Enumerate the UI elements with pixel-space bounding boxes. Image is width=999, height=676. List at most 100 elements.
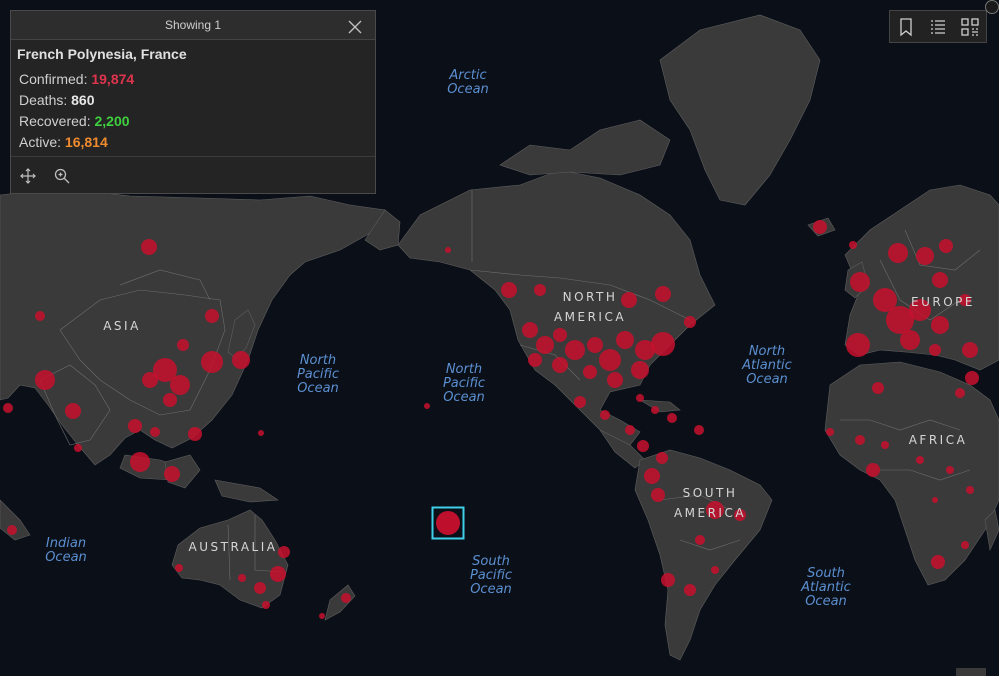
- ocean-label-north-pacific-west: North Pacific Ocean: [296, 353, 340, 396]
- zoom-to-icon[interactable]: [53, 167, 71, 185]
- popup-header: Showing 1: [11, 11, 375, 40]
- case-bubble: [684, 316, 696, 328]
- case-bubble: [931, 316, 949, 334]
- ocean-label-south-pacific: South Pacific Ocean: [469, 554, 513, 597]
- case-bubble: [866, 463, 880, 477]
- case-bubble: [929, 344, 941, 356]
- case-bubble: [644, 468, 660, 484]
- case-bubble: [965, 371, 979, 385]
- case-bubble: [319, 613, 325, 619]
- case-bubble: [916, 456, 924, 464]
- case-bubble: [35, 370, 55, 390]
- case-bubble: [170, 375, 190, 395]
- case-bubble: [35, 311, 45, 321]
- case-bubble: [150, 427, 160, 437]
- case-bubble: [232, 351, 250, 369]
- ocean-label-arctic: Arctic Ocean: [447, 68, 489, 97]
- case-bubble: [616, 331, 634, 349]
- list-icon[interactable]: [928, 17, 948, 37]
- ocean-label-south-atlantic: South Atlantic Ocean: [801, 566, 851, 609]
- selected-bubble-french-polynesia: [436, 511, 460, 535]
- case-bubble: [655, 286, 671, 302]
- deaths-label: Deaths:: [19, 92, 68, 108]
- case-bubble: [528, 353, 542, 367]
- case-bubble: [631, 361, 649, 379]
- case-bubble: [846, 333, 870, 357]
- confirmed-label: Confirmed:: [19, 71, 88, 87]
- case-bubble: [205, 309, 219, 323]
- case-bubble: [3, 403, 13, 413]
- confirmed-value: 19,874: [91, 71, 135, 87]
- case-bubble: [955, 388, 965, 398]
- case-bubble: [254, 582, 266, 594]
- region-label-south-america: SOUTH AMERICA: [673, 486, 747, 520]
- case-bubble: [164, 466, 180, 482]
- case-bubble: [888, 243, 908, 263]
- case-bubble: [946, 466, 954, 474]
- case-bubble: [939, 239, 953, 253]
- case-bubble: [74, 444, 82, 452]
- case-bubble: [932, 272, 948, 288]
- case-bubble: [262, 601, 270, 609]
- scrollbar-handle[interactable]: [956, 668, 986, 676]
- case-bubble: [552, 357, 568, 373]
- case-bubble: [667, 413, 677, 423]
- popup-actions: [19, 167, 71, 185]
- case-bubble: [872, 382, 884, 394]
- qr-grid-icon[interactable]: [960, 17, 980, 37]
- close-icon[interactable]: [347, 17, 363, 34]
- popup-header-text: Showing 1: [164, 18, 222, 32]
- bookmark-icon[interactable]: [896, 17, 916, 37]
- case-bubble: [711, 566, 719, 574]
- case-bubble: [142, 372, 158, 388]
- case-bubble: [625, 425, 635, 435]
- feature-popup: Showing 1 French Polynesia, France Confi…: [10, 10, 376, 194]
- active-value: 16,814: [64, 134, 108, 150]
- case-bubble: [916, 247, 934, 265]
- case-bubble: [175, 564, 183, 572]
- confirmed-row: Confirmed: 19,874: [19, 69, 367, 90]
- case-bubble: [553, 328, 567, 342]
- case-bubble: [258, 430, 264, 436]
- case-bubble: [636, 394, 644, 402]
- case-bubble: [188, 427, 202, 441]
- case-bubble: [583, 365, 597, 379]
- case-bubble: [961, 541, 969, 549]
- case-bubble: [932, 497, 938, 503]
- case-bubble: [65, 403, 81, 419]
- active-label: Active:: [19, 134, 62, 150]
- case-bubble: [574, 396, 586, 408]
- case-bubble: [855, 435, 865, 445]
- case-bubble: [177, 339, 189, 351]
- case-bubble: [141, 239, 157, 255]
- popup-divider: [11, 156, 375, 157]
- case-bubble: [501, 282, 517, 298]
- region-label-australia: AUSTRALIA: [188, 540, 278, 554]
- case-bubble: [813, 220, 827, 234]
- case-bubble: [599, 349, 621, 371]
- case-bubble: [201, 351, 223, 373]
- recovered-row: Recovered: 2,200: [19, 111, 367, 132]
- case-bubble: [130, 452, 150, 472]
- case-bubble: [587, 337, 603, 353]
- case-bubble: [962, 342, 978, 358]
- case-bubble: [684, 584, 696, 596]
- case-bubble: [850, 272, 870, 292]
- case-bubble: [694, 425, 704, 435]
- corner-close-icon[interactable]: [985, 0, 999, 14]
- case-bubble: [651, 406, 659, 414]
- region-label-africa: AFRICA: [908, 433, 968, 447]
- ocean-label-north-atlantic: North Atlantic Ocean: [742, 344, 792, 387]
- case-bubble: [238, 574, 246, 582]
- case-bubble: [931, 555, 945, 569]
- region-label-europe: EUROPE: [911, 295, 975, 309]
- case-bubble: [163, 393, 177, 407]
- case-bubble: [826, 428, 834, 436]
- case-bubble: [445, 247, 451, 253]
- case-bubble: [522, 322, 538, 338]
- case-bubble: [637, 440, 649, 452]
- pan-icon[interactable]: [19, 167, 37, 185]
- case-bubble: [656, 452, 668, 464]
- popup-body: Confirmed: 19,874 Deaths: 860 Recovered:…: [11, 65, 375, 153]
- region-label-asia: ASIA: [103, 319, 141, 333]
